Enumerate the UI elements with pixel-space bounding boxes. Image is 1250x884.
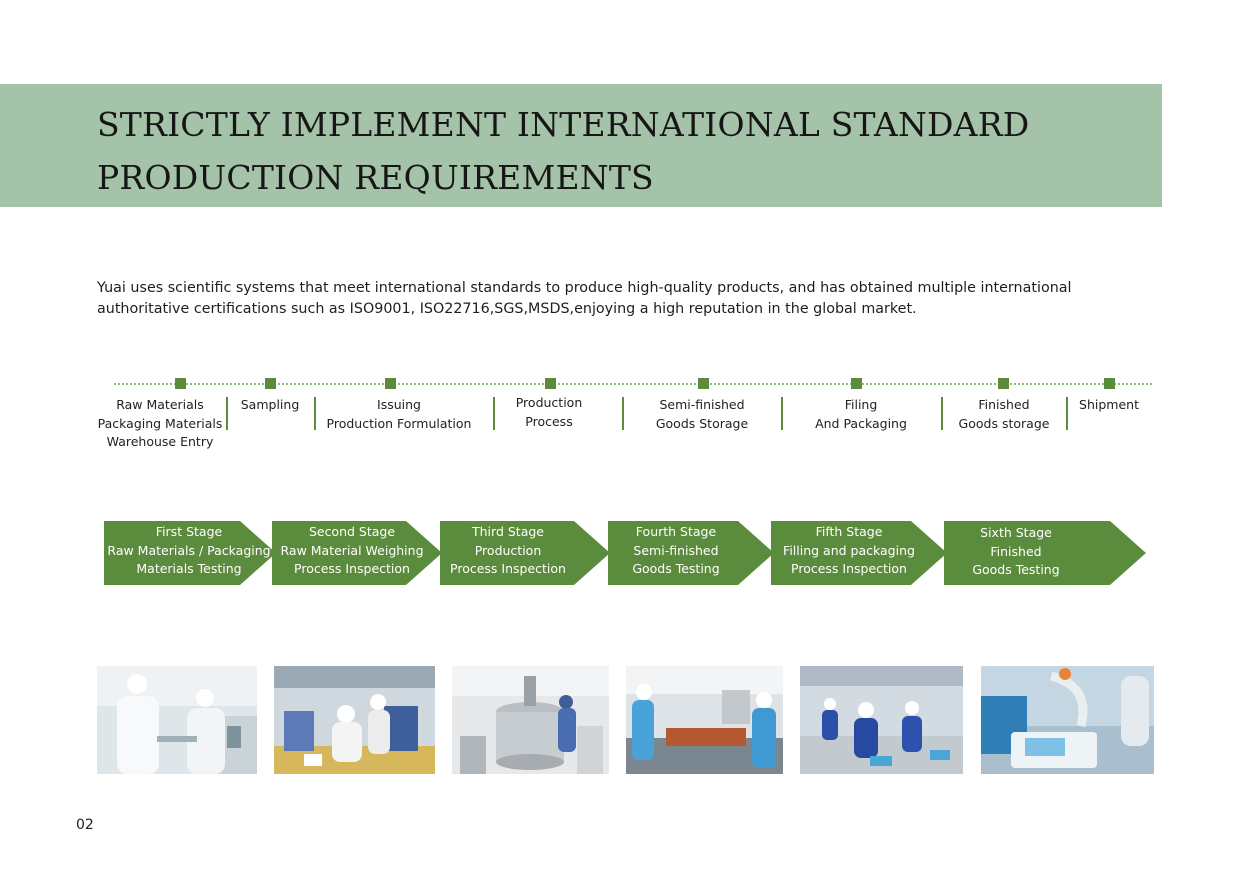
stage-label-3: Third Stage Production Process Inspectio… <box>450 524 566 576</box>
timeline-step-warehouse-entry: Raw Materials Packaging Materials Wareho… <box>97 397 223 449</box>
timeline-marker <box>545 378 556 389</box>
timeline-marker <box>265 378 276 389</box>
timeline-marker <box>385 378 396 389</box>
filling-packaging-photo <box>800 666 963 774</box>
timeline-separator <box>941 397 943 430</box>
timeline-marker <box>851 378 862 389</box>
stage-label-6: Sixth Stage Finished Goods Testing <box>972 525 1060 577</box>
page-title: STRICTLY IMPLEMENT INTERNATIONAL STANDAR… <box>97 105 1030 197</box>
timeline-separator <box>226 397 228 430</box>
stage-label-1: First Stage Raw Materials / Packaging Ma… <box>107 524 271 576</box>
production-tank-photo <box>452 666 609 774</box>
weighing-room-photo <box>274 666 435 774</box>
timeline-marker <box>175 378 186 389</box>
timeline-step-semi-finished-storage: Semi-finished Goods Storage <box>655 397 749 431</box>
intro-paragraph: Yuai uses scientific systems that meet i… <box>97 280 1072 317</box>
timeline-separator <box>1066 397 1068 430</box>
timeline-step-production: Production Process <box>515 395 583 429</box>
timeline-marker <box>698 378 709 389</box>
timeline-step-filing-packaging: Filing And Packaging <box>815 397 907 431</box>
stage-label-4: Fourth Stage Semi-finished Goods Testing <box>632 524 720 576</box>
stage-label-5: Fifth Stage Filling and packaging Proces… <box>783 524 915 576</box>
timeline-marker <box>998 378 1009 389</box>
semi-finished-line-photo <box>626 666 783 774</box>
lab-testing-photo <box>97 666 257 774</box>
timeline-step-shipment: Shipment <box>1079 397 1139 412</box>
quality-testing-photo <box>981 666 1154 774</box>
timeline-separator <box>314 397 316 430</box>
timeline-step-issuing: Issuing Production Formulation <box>326 397 472 431</box>
timeline-step-finished-storage: Finished Goods storage <box>958 397 1050 431</box>
timeline-separator <box>493 397 495 430</box>
stage-label-2: Second Stage Raw Material Weighing Proce… <box>280 524 424 576</box>
timeline-separator <box>622 397 624 430</box>
timeline-separator <box>781 397 783 430</box>
timeline-marker <box>1104 378 1115 389</box>
page-number: 02 <box>76 817 94 833</box>
timeline-step-sampling: Sampling <box>240 397 300 412</box>
